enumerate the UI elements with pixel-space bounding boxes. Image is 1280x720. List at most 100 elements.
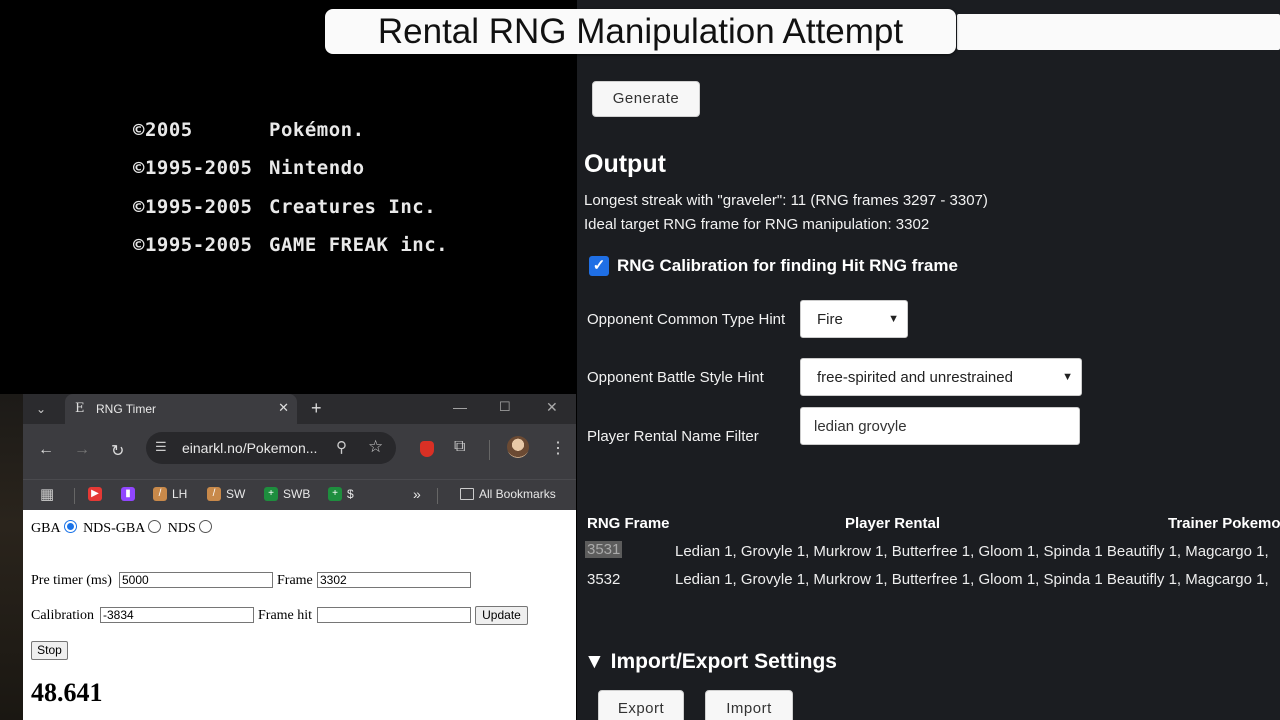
type-hint-value: Fire [817, 310, 843, 328]
profile-avatar[interactable] [507, 436, 529, 458]
game-screen: ©2005 Pokémon. ©1995-2005 Nintendo ©1995-2… [0, 0, 576, 394]
mode-radio-group: GBA NDS-GBA NDS [31, 520, 215, 537]
frame-hit-label: Frame hit [258, 608, 313, 623]
extensions-icon[interactable]: ⧉ [454, 438, 465, 456]
bookmark-star-icon[interactable]: ☆ [368, 437, 383, 457]
copyright-owner: Pokémon. [269, 119, 365, 141]
reload-icon[interactable]: ↻ [111, 441, 124, 461]
table-cell-rental: Ledian 1, Grovyle 1, Murkrow 1, Butterfr… [675, 571, 1269, 588]
chevron-down-icon: ▼ [1062, 371, 1073, 383]
copyright-row: ©1995-2005 Nintendo [133, 157, 365, 179]
new-tab-icon[interactable]: + [311, 398, 322, 419]
browser-window: ⌄ E RNG Timer ✕ + — ☐ ✕ ← → ↻ ☰ einarkl.… [23, 394, 576, 720]
table-header-trainer: Trainer Pokemo [1168, 515, 1280, 532]
tab-rng-timer[interactable]: E RNG Timer ✕ [65, 394, 297, 424]
copyright-year: ©1995-2005 [133, 157, 253, 179]
all-bookmarks-label: All Bookmarks [479, 487, 556, 501]
copyright-row: ©2005 Pokémon. [133, 119, 365, 141]
name-filter-input[interactable]: ledian grovyle [800, 407, 1080, 445]
minimize-icon[interactable]: — [453, 399, 467, 415]
bookmark-label: SWB [283, 487, 311, 501]
bookmark-label: SW [226, 487, 246, 501]
sheets-icon: + [264, 487, 278, 501]
name-filter-value: ledian grovyle [814, 417, 907, 435]
bookmark-label: $ [347, 487, 354, 501]
bat-icon: / [207, 487, 221, 501]
mode-ndsgba-radio[interactable] [148, 520, 162, 533]
mode-nds-radio[interactable] [198, 520, 212, 533]
top-input-strip [957, 14, 1280, 50]
table-cell-frame[interactable]: 3532 [587, 571, 620, 588]
copyright-year: ©1995-2005 [133, 196, 253, 218]
style-hint-select[interactable]: free-spirited and unrestrained ▼ [800, 358, 1082, 396]
mode-nds-label: NDS [167, 521, 196, 536]
calibration-input[interactable]: -3834 [100, 607, 254, 623]
mode-gba-label: GBA [31, 521, 61, 536]
stop-button[interactable]: Stop [31, 641, 68, 660]
output-target-line: Ideal target RNG frame for RNG manipulat… [584, 216, 930, 233]
frame-hit-input[interactable] [317, 607, 471, 623]
bookmark-twitch[interactable]: ▮ [121, 487, 140, 501]
calibration-checkbox[interactable]: ✓ [589, 256, 609, 276]
address-bar[interactable]: ☰ einarkl.no/Pokemon... ⚲ ☆ [146, 432, 396, 464]
video-title-banner: Rental RNG Manipulation Attempt [325, 9, 956, 54]
timer-page: GBA NDS-GBA NDS Pre timer (ms) 5000 Fram… [23, 510, 576, 720]
table-header-rental: Player Rental [845, 515, 941, 532]
export-button[interactable]: Export [598, 690, 684, 720]
forward-icon[interactable]: → [74, 441, 90, 459]
tab-bar: ⌄ E RNG Timer ✕ + — ☐ ✕ [23, 394, 576, 424]
frame-label: Frame [277, 573, 313, 588]
bookmark-dollar[interactable]: + $ [328, 487, 354, 501]
name-filter-label: Player Rental Name Filter [587, 428, 759, 445]
all-bookmarks[interactable]: All Bookmarks [460, 487, 556, 501]
zoom-icon[interactable]: ⚲ [336, 438, 347, 456]
pre-timer-input[interactable]: 5000 [119, 572, 273, 588]
mode-gba-radio[interactable] [63, 520, 77, 533]
type-hint-select[interactable]: Fire ▼ [800, 300, 908, 338]
update-button[interactable]: Update [475, 606, 528, 625]
bookmark-youtube[interactable]: ▶ [88, 487, 107, 501]
window-close-icon[interactable]: ✕ [546, 399, 558, 416]
import-export-summary[interactable]: ▼ Import/Export Settings [584, 650, 837, 674]
table-header-frame: RNG Frame [587, 515, 670, 532]
toolbar-divider [489, 440, 490, 460]
site-info-icon[interactable]: ☰ [155, 439, 167, 455]
close-icon[interactable]: ✕ [278, 400, 289, 416]
bookmark-lh[interactable]: / LH [153, 487, 187, 501]
style-hint-label: Opponent Battle Style Hint [587, 369, 764, 386]
generate-button[interactable]: Generate [592, 81, 700, 117]
type-hint-label: Opponent Common Type Hint [587, 311, 786, 328]
import-button[interactable]: Import [705, 690, 793, 720]
extension-shield-icon[interactable] [420, 441, 434, 457]
timer-display: 48.641 [31, 678, 103, 707]
twitch-icon: ▮ [121, 487, 135, 501]
youtube-icon: ▶ [88, 487, 102, 501]
table-cell-frame[interactable]: 3531 [585, 541, 623, 558]
browser-menu-icon[interactable]: ⋮ [550, 438, 566, 458]
frame-input[interactable]: 3302 [317, 572, 471, 588]
table-cell-rental: Ledian 1, Grovyle 1, Murkrow 1, Butterfr… [675, 543, 1269, 560]
copyright-owner: GAME FREAK inc. [269, 234, 449, 256]
bat-icon: / [153, 487, 167, 501]
apps-grid-icon[interactable]: ▦ [40, 485, 54, 503]
maximize-icon[interactable]: ☐ [499, 399, 511, 415]
calibration-checkbox-label: RNG Calibration for finding Hit RNG fram… [617, 256, 958, 275]
bookmark-label: LH [172, 487, 188, 501]
chevron-down-icon: ▼ [888, 313, 899, 325]
style-hint-value: free-spirited and unrestrained [817, 368, 1013, 386]
folder-icon [460, 488, 474, 500]
rng-tool-panel: Generate Output Longest streak with "gra… [577, 0, 1280, 720]
tab-search-icon[interactable]: ⌄ [31, 399, 51, 419]
more-bookmarks-icon[interactable]: » [413, 486, 421, 502]
output-heading: Output [584, 150, 666, 178]
output-streak-line: Longest streak with "graveler": 11 (RNG … [584, 192, 988, 209]
bookmark-swb[interactable]: + SWB [264, 487, 310, 501]
copyright-owner: Creatures Inc. [269, 196, 437, 218]
bookmark-divider [74, 488, 75, 504]
back-icon[interactable]: ← [38, 441, 54, 459]
desktop-background [0, 394, 23, 720]
bookmark-sw[interactable]: / SW [207, 487, 245, 501]
tab-title: RNG Timer [96, 402, 156, 416]
bookmarks-bar: ▦ ▶ ▮ / LH / SW + SWB + $ » All Bookmarks [23, 479, 576, 510]
pre-timer-label: Pre timer (ms) [31, 573, 112, 588]
